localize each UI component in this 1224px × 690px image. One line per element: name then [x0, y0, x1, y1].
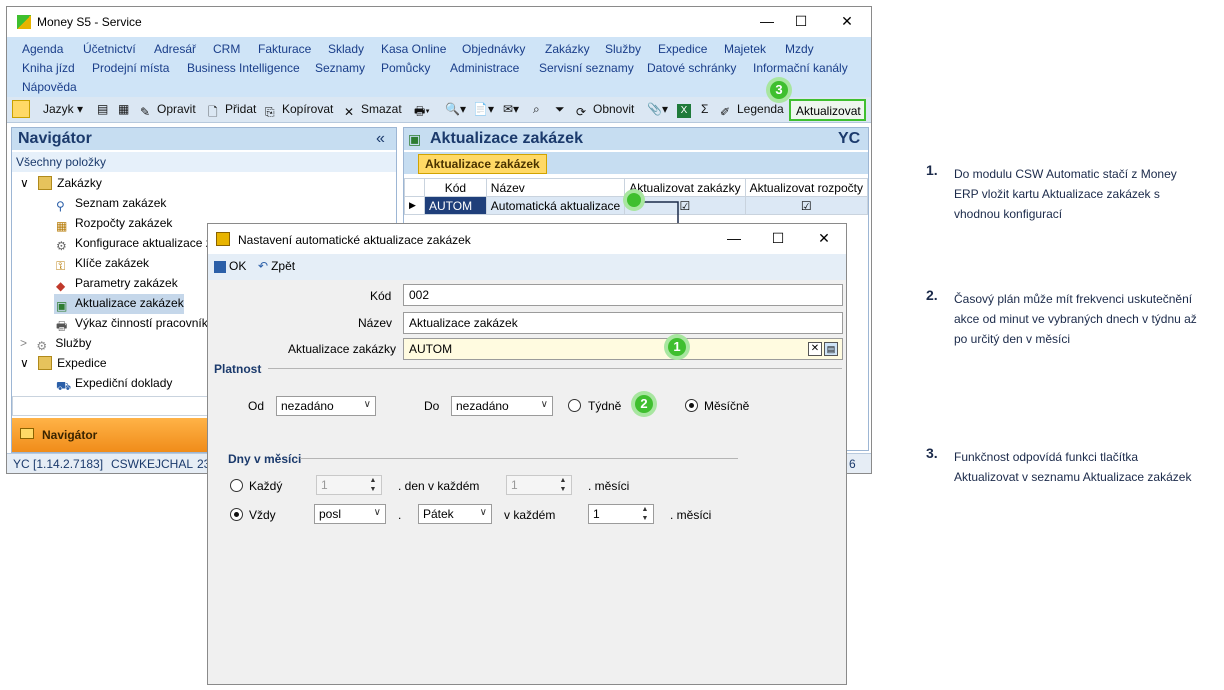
note-number: 2. — [926, 287, 938, 303]
weekday-dropdown[interactable]: Pátek ∨ — [418, 504, 492, 524]
dialog-close-button[interactable]: ✕ — [814, 230, 834, 248]
back-button[interactable]: ↶ Zpět — [258, 259, 295, 273]
dialog-maximize-button[interactable]: ☐ — [768, 230, 788, 248]
dialog-icon — [216, 232, 230, 246]
stepper-up-icon[interactable]: ▲ — [366, 477, 380, 485]
do-value: nezadáno — [456, 399, 509, 413]
tydne-label: Týdně — [588, 399, 622, 413]
stepper-down-icon[interactable]: ▼ — [556, 486, 570, 494]
stepper-down-icon[interactable]: ▼ — [366, 486, 380, 494]
vzdy-radio[interactable] — [230, 508, 243, 521]
note-text: Do modulu CSW Automatic stačí z Money ER… — [954, 167, 1177, 221]
kazdy-month-value: 1 — [511, 478, 518, 492]
step-marker-1: 1 — [664, 334, 690, 360]
dialog-minimize-button[interactable]: — — [724, 230, 744, 248]
nazev-label: Název — [358, 316, 393, 330]
aktualizace-lookup-field[interactable]: AUTOM ✕ ▤ — [403, 338, 843, 360]
kod-label: Kód — [370, 289, 392, 303]
vzdy-month-stepper[interactable]: 1 ▲ ▼ — [588, 504, 654, 524]
nazev-field[interactable]: Aktualizace zakázek — [403, 312, 843, 334]
dialog-title: Nastavení automatické aktualizace zakáze… — [238, 233, 471, 247]
vzdy-label: Vždy — [249, 508, 276, 522]
do-label: Do — [424, 399, 440, 413]
note-text: Funkčnost odpovídá funkci tlačítka Aktua… — [954, 450, 1192, 484]
aktualizace-label: Aktualizace zakázky — [288, 342, 397, 356]
weekday-value: Pátek — [423, 507, 454, 521]
kazdy-day-stepper[interactable]: 1 ▲ ▼ — [316, 475, 382, 495]
dot-label: . — [398, 508, 402, 522]
clear-icon[interactable]: ✕ — [808, 342, 822, 356]
chevron-down-icon: ∨ — [479, 507, 487, 518]
step-marker-2: 2 — [631, 391, 657, 417]
step-marker-3: 3 — [766, 77, 792, 103]
stepper-down-icon[interactable]: ▼ — [638, 515, 652, 523]
ok-label: OK — [229, 259, 247, 273]
note-number: 3. — [926, 445, 938, 461]
mesicne-label: Měsíčně — [704, 399, 750, 413]
mesici2-label: . měsíci — [670, 508, 712, 522]
save-icon — [214, 261, 226, 273]
chevron-down-icon: ∨ — [540, 399, 548, 410]
dialog-title-bar: Nastavení automatické aktualizace zakáze… — [208, 224, 846, 254]
browse-icon[interactable]: ▤ — [824, 342, 838, 356]
step-number: 1 — [668, 338, 686, 356]
dny-section-title: Dny v měsíci — [228, 452, 302, 466]
step-number: 3 — [770, 81, 788, 99]
mesici-label: . měsíci — [588, 479, 630, 493]
step-number: 2 — [635, 395, 653, 413]
settings-dialog: Nastavení automatické aktualizace zakáze… — [207, 223, 847, 685]
section-divider — [300, 458, 738, 459]
row-marker-dot — [623, 189, 645, 211]
ok-button[interactable]: OK — [214, 259, 246, 273]
kod-field[interactable]: 002 — [403, 284, 843, 306]
mesicne-radio[interactable] — [685, 399, 698, 412]
note-number: 1. — [926, 162, 938, 178]
note-text: Časový plán může mít frekvenci uskutečně… — [954, 292, 1197, 346]
order-dropdown[interactable]: posl ∨ — [314, 504, 386, 524]
undo-icon: ↶ — [258, 259, 269, 273]
v-kazdem-label: v každém — [504, 508, 556, 522]
kazdy-month-stepper[interactable]: 1 ▲ ▼ — [506, 475, 572, 495]
do-dropdown[interactable]: nezadáno ∨ — [451, 396, 553, 416]
kazdy-radio[interactable] — [230, 479, 243, 492]
platnost-section-title: Platnost — [214, 362, 262, 376]
dialog-toolbar: OK ↶ Zpět — [208, 254, 846, 280]
tydne-radio[interactable] — [568, 399, 581, 412]
kazdy-label: Každý — [249, 479, 283, 493]
section-divider — [268, 368, 842, 369]
den-v-kazdem-label: . den v každém — [398, 479, 480, 493]
back-label: Zpět — [271, 259, 296, 273]
kazdy-day-value: 1 — [321, 478, 328, 492]
vzdy-month-value: 1 — [593, 507, 600, 521]
order-value: posl — [319, 507, 342, 521]
chevron-down-icon: ∨ — [363, 399, 371, 410]
od-dropdown[interactable]: nezadáno ∨ — [276, 396, 376, 416]
aktualizace-value: AUTOM — [409, 342, 453, 356]
od-label: Od — [248, 399, 265, 413]
stepper-up-icon[interactable]: ▲ — [556, 477, 570, 485]
stepper-up-icon[interactable]: ▲ — [638, 506, 652, 514]
od-value: nezadáno — [281, 399, 334, 413]
chevron-down-icon: ∨ — [373, 507, 381, 518]
